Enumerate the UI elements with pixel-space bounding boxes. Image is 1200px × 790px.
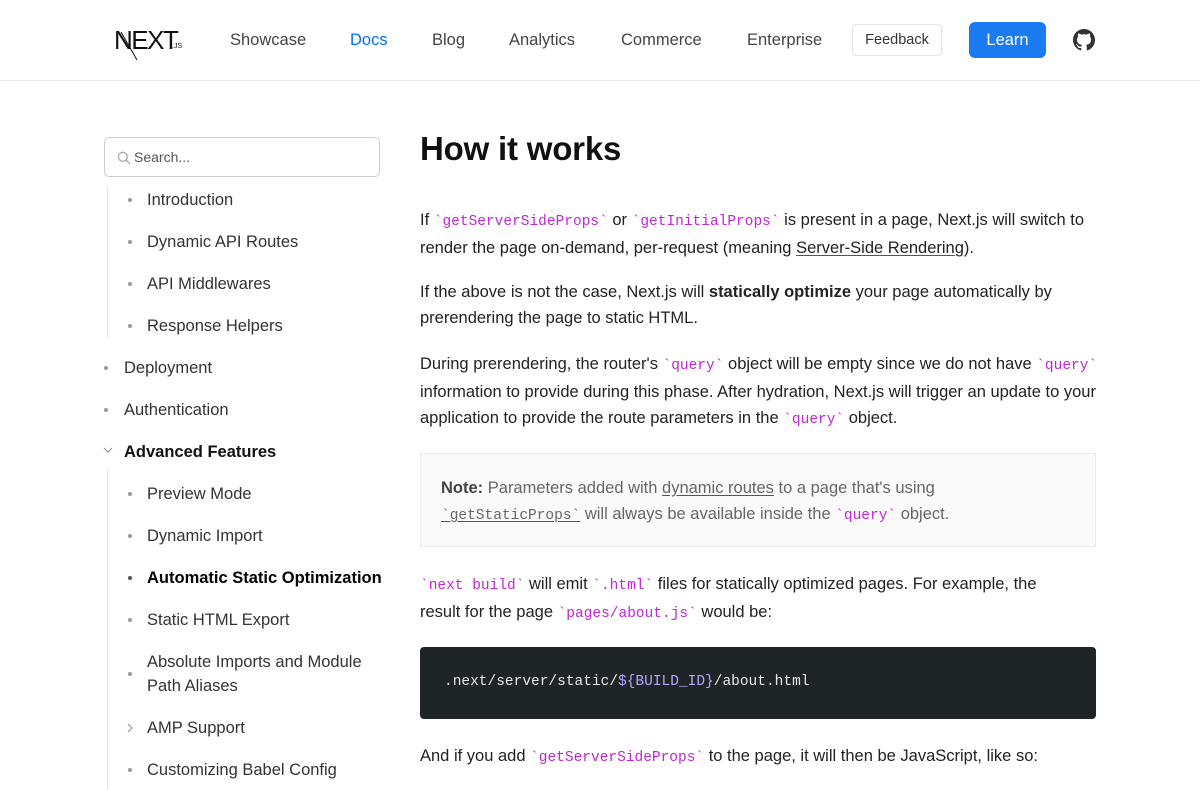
inline-code: `query` bbox=[1036, 358, 1098, 374]
nextjs-logo[interactable]: NEXT .JS bbox=[113, 22, 183, 62]
bullet-icon bbox=[128, 576, 132, 580]
svg-text:NEXT: NEXT bbox=[114, 25, 179, 55]
nav-blog[interactable]: Blog bbox=[432, 29, 465, 51]
sidebar-item-customizing-babel-config[interactable]: Customizing Babel Config bbox=[147, 758, 337, 782]
sidebar-item-absolute-imports[interactable]: Absolute Imports and Module Path Aliases bbox=[147, 650, 382, 698]
sidebar-item-authentication[interactable]: Authentication bbox=[124, 398, 229, 422]
inline-code: `query` bbox=[783, 412, 845, 428]
bullet-icon bbox=[128, 324, 132, 328]
inline-code: `getServerSideProps` bbox=[433, 214, 608, 230]
bullet-icon bbox=[128, 618, 132, 622]
sidebar-item-static-html-export[interactable]: Static HTML Export bbox=[147, 608, 289, 632]
get-static-props-link[interactable]: `getStaticProps` bbox=[441, 508, 580, 524]
sidebar-item-deployment[interactable]: Deployment bbox=[124, 356, 212, 380]
inline-code: `pages/about.js` bbox=[557, 606, 697, 622]
sidebar-item-dynamic-import[interactable]: Dynamic Import bbox=[147, 524, 263, 548]
inline-code: `query` bbox=[835, 508, 897, 524]
inline-code: `getServerSideProps` bbox=[530, 750, 705, 766]
bullet-icon bbox=[128, 534, 132, 538]
search-input[interactable] bbox=[134, 138, 374, 176]
code-block: .next/server/static/${BUILD_ID}/about.ht… bbox=[420, 647, 1096, 719]
chevron-down-icon[interactable] bbox=[103, 446, 113, 454]
paragraph: If `getServerSideProps` or `getInitialPr… bbox=[420, 211, 1085, 257]
nav-enterprise[interactable]: Enterprise bbox=[747, 29, 822, 51]
bullet-icon bbox=[104, 366, 108, 370]
sidebar-item-response-helpers[interactable]: Response Helpers bbox=[147, 314, 283, 338]
nav-showcase[interactable]: Showcase bbox=[230, 29, 306, 51]
search-box[interactable] bbox=[104, 137, 380, 177]
ssr-link[interactable]: Server-Side Rendering bbox=[796, 239, 964, 257]
sidebar-tree-line bbox=[107, 186, 108, 338]
bullet-icon bbox=[128, 768, 132, 772]
top-navbar: NEXT .JS Showcase Docs Blog Analytics Co… bbox=[0, 0, 1200, 81]
nav-commerce[interactable]: Commerce bbox=[621, 29, 702, 51]
bullet-icon bbox=[128, 672, 132, 676]
page-title: How it works bbox=[420, 130, 622, 167]
sidebar-nav: Introduction Dynamic API Routes API Midd… bbox=[100, 186, 390, 790]
learn-button[interactable]: Learn bbox=[969, 22, 1046, 58]
bullet-icon bbox=[128, 240, 132, 244]
sidebar-tree-line bbox=[107, 468, 108, 790]
paragraph: During prerendering, the router's `query… bbox=[420, 355, 1098, 428]
nav-analytics[interactable]: Analytics bbox=[509, 29, 575, 51]
sidebar-item-dynamic-api-routes[interactable]: Dynamic API Routes bbox=[147, 230, 298, 254]
inline-code: `.html` bbox=[592, 578, 654, 594]
github-icon[interactable] bbox=[1073, 29, 1095, 51]
inline-code: `getInitialProps` bbox=[631, 214, 780, 230]
sidebar-item-introduction[interactable]: Introduction bbox=[147, 188, 233, 212]
sidebar-item-automatic-static-optimization[interactable]: Automatic Static Optimization bbox=[147, 566, 382, 590]
svg-text:.JS: .JS bbox=[172, 43, 182, 50]
sidebar-item-preview-mode[interactable]: Preview Mode bbox=[147, 482, 252, 506]
paragraph: `next build` will emit `.html` files for… bbox=[420, 575, 1037, 622]
inline-code: `query` bbox=[662, 358, 724, 374]
search-icon bbox=[117, 151, 131, 165]
feedback-button[interactable]: Feedback bbox=[852, 24, 942, 56]
note-callout: Note: Parameters added with dynamic rout… bbox=[420, 453, 1096, 547]
bullet-icon bbox=[128, 198, 132, 202]
paragraph: And if you add `getServerSideProps` to t… bbox=[420, 747, 1038, 766]
bullet-icon bbox=[128, 492, 132, 496]
inline-code: `next build` bbox=[420, 578, 525, 594]
sidebar-item-amp-support[interactable]: AMP Support bbox=[147, 716, 245, 740]
nav-docs[interactable]: Docs bbox=[350, 29, 388, 51]
sidebar-item-advanced-features[interactable]: Advanced Features bbox=[124, 440, 276, 464]
chevron-right-icon[interactable] bbox=[126, 723, 134, 733]
dynamic-routes-link[interactable]: dynamic routes bbox=[662, 479, 774, 497]
bullet-icon bbox=[104, 408, 108, 412]
sidebar-item-api-middlewares[interactable]: API Middlewares bbox=[147, 272, 271, 296]
bullet-icon bbox=[128, 282, 132, 286]
paragraph: If the above is not the case, Next.js wi… bbox=[420, 283, 1052, 327]
